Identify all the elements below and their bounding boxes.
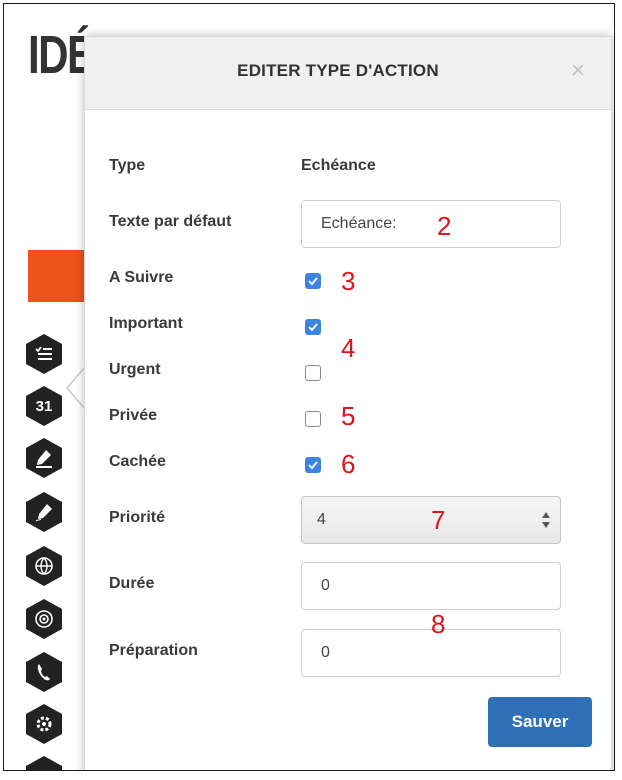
- pen-sign-icon[interactable]: [26, 438, 62, 478]
- annotation-number: 7: [431, 505, 446, 535]
- cachee-checkbox[interactable]: [305, 457, 321, 473]
- checkmark-icon: [308, 323, 318, 332]
- select-arrows-icon: [542, 512, 550, 528]
- duree-label: Durée: [109, 575, 155, 592]
- save-button[interactable]: Sauver: [488, 697, 592, 747]
- type-value: Echéance: [301, 157, 376, 174]
- duree-field[interactable]: [301, 562, 561, 610]
- urgent-checkbox[interactable]: [305, 365, 321, 381]
- cachee-label: Cachée: [109, 453, 166, 470]
- checkmark-icon: [308, 461, 318, 470]
- annotation-number: 2: [437, 211, 452, 241]
- urgent-label: Urgent: [109, 361, 161, 378]
- default-text-field[interactable]: [301, 200, 561, 248]
- annotation-number: 4: [341, 333, 356, 363]
- privee-checkbox[interactable]: [305, 411, 321, 427]
- pen-draw-icon[interactable]: [26, 492, 62, 532]
- edit-action-type-modal: EDITER TYPE D'ACTION × Type Echéance Tex…: [84, 36, 612, 770]
- annotation-number: 5: [341, 401, 356, 431]
- duree-input[interactable]: [321, 564, 541, 608]
- gear-people-icon[interactable]: [26, 704, 62, 744]
- modal-header: EDITER TYPE D'ACTION ×: [85, 37, 611, 110]
- document-icon[interactable]: [26, 756, 62, 770]
- privee-label: Privée: [109, 407, 158, 424]
- priorite-selected-value: 4: [317, 511, 326, 528]
- default-text-input[interactable]: [321, 202, 541, 246]
- a-suivre-checkbox[interactable]: [305, 273, 321, 289]
- checkmark-icon: [308, 277, 318, 286]
- annotation-number: 3: [341, 266, 356, 296]
- important-label: Important: [109, 315, 183, 332]
- default-text-label: Texte par défaut: [109, 213, 232, 230]
- type-label: Type: [109, 157, 146, 174]
- priorite-label: Priorité: [109, 509, 166, 526]
- phone-icon[interactable]: [26, 652, 62, 692]
- important-checkbox[interactable]: [305, 319, 321, 335]
- screenshot-frame: IDÉ 31 EDITER TYPE D'ACTION × Type Echéa…: [3, 3, 615, 771]
- annotation-number: 6: [341, 449, 356, 479]
- checklist-icon[interactable]: [26, 334, 62, 374]
- preparation-label: Préparation: [109, 642, 198, 659]
- close-icon[interactable]: ×: [571, 57, 585, 85]
- calendar-31-icon[interactable]: 31: [26, 386, 62, 426]
- calendar-icon-text: 31: [35, 397, 53, 415]
- annotation-number: 8: [431, 609, 446, 639]
- globe-icon[interactable]: [26, 546, 62, 586]
- target-icon[interactable]: [26, 599, 62, 639]
- a-suivre-label: A Suivre: [109, 269, 174, 286]
- modal-title: EDITER TYPE D'ACTION: [237, 61, 439, 80]
